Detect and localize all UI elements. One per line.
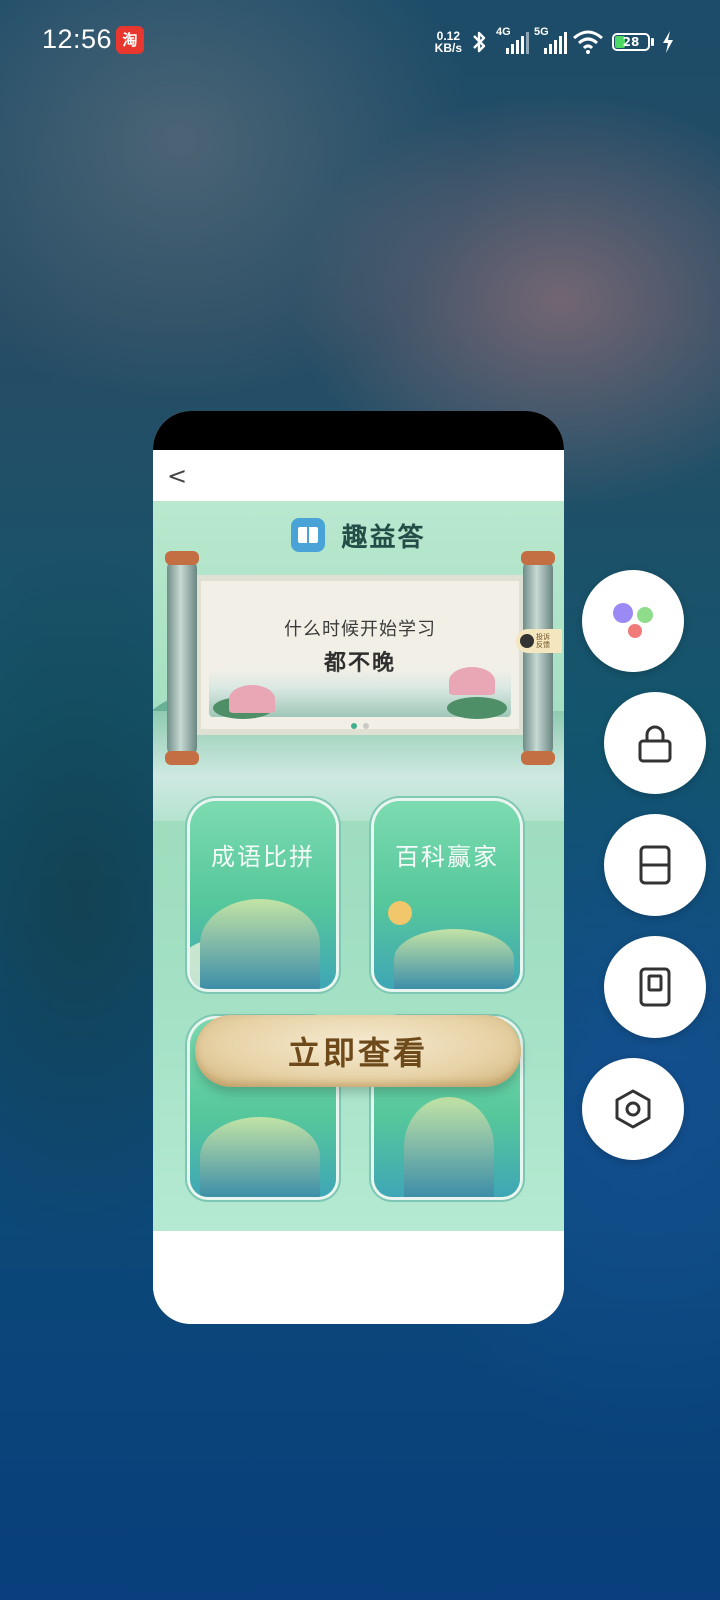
lotus-flower — [449, 667, 495, 695]
status-bar: 12:56 淘 0.12 KB/s 4G 5G 28 — [0, 0, 720, 84]
app-content: 趣益答 什么时候开始学习 都不晚 投诉 反馈 成语比拼 百科赢家 立即查看 — [153, 501, 564, 1231]
scroll-rod-right — [521, 551, 555, 765]
settings-icon — [615, 1089, 651, 1129]
signal-4g-icon: 4G — [496, 26, 529, 54]
app-preview-card[interactable]: < 趣益答 什么时候开始学习 都不晚 投诉 反馈 成语比拼 百科赢家 立即查看 — [153, 411, 564, 1324]
mountain-illustration — [200, 1117, 320, 1197]
wave-illustration — [394, 929, 514, 989]
assistant-button[interactable] — [582, 570, 684, 672]
status-time: 12:56 — [42, 24, 113, 54]
view-now-button[interactable]: 立即查看 — [195, 1015, 521, 1087]
mountain-illustration — [404, 1097, 494, 1197]
app-title: 趣益答 — [341, 522, 426, 553]
tile-idiom-contest[interactable]: 成语比拼 — [190, 801, 336, 989]
lock-app-button[interactable] — [604, 692, 706, 794]
feedback-button[interactable]: 投诉 反馈 — [516, 629, 562, 653]
status-icons: 0.12 KB/s 4G 5G 28 — [435, 26, 674, 58]
floating-window-button[interactable] — [604, 936, 706, 1038]
scroll-rod-left — [165, 551, 199, 765]
assistant-icon — [613, 603, 653, 638]
split-screen-icon — [639, 845, 671, 885]
taobao-notification-icon: 淘 — [116, 26, 144, 54]
feedback-icon — [520, 634, 534, 648]
banner-line-1: 什么时候开始学习 — [284, 619, 436, 640]
mountain-illustration — [200, 899, 320, 989]
signal-5g-icon: 5G — [534, 26, 567, 54]
network-speed: 0.12 KB/s — [434, 29, 462, 55]
carousel-dots — [195, 723, 525, 729]
app-navbar: < — [153, 450, 564, 501]
app-header: 趣益答 — [153, 513, 564, 557]
app-settings-button[interactable] — [582, 1058, 684, 1160]
lotus-flower — [229, 685, 275, 713]
tile-title: 百科赢家 — [395, 843, 499, 871]
book-icon — [291, 518, 326, 552]
tile-title: 成语比拼 — [211, 843, 315, 871]
back-button[interactable]: < — [167, 462, 187, 490]
battery-icon: 28 — [612, 33, 654, 51]
banner-scroll[interactable]: 什么时候开始学习 都不晚 — [165, 551, 555, 765]
charging-icon — [663, 31, 673, 53]
sun-illustration — [388, 901, 412, 925]
bluetooth-icon — [473, 31, 486, 53]
card-bottom-area — [153, 1231, 564, 1324]
split-screen-button[interactable] — [604, 814, 706, 916]
wifi-icon — [573, 30, 603, 54]
card-status-strip — [153, 411, 564, 450]
floating-window-icon — [639, 967, 671, 1007]
banner-paper: 什么时候开始学习 都不晚 — [195, 575, 525, 735]
lock-icon — [638, 725, 672, 763]
lotus-leaf — [447, 697, 507, 719]
tile-encyclopedia-winner[interactable]: 百科赢家 — [374, 801, 520, 989]
